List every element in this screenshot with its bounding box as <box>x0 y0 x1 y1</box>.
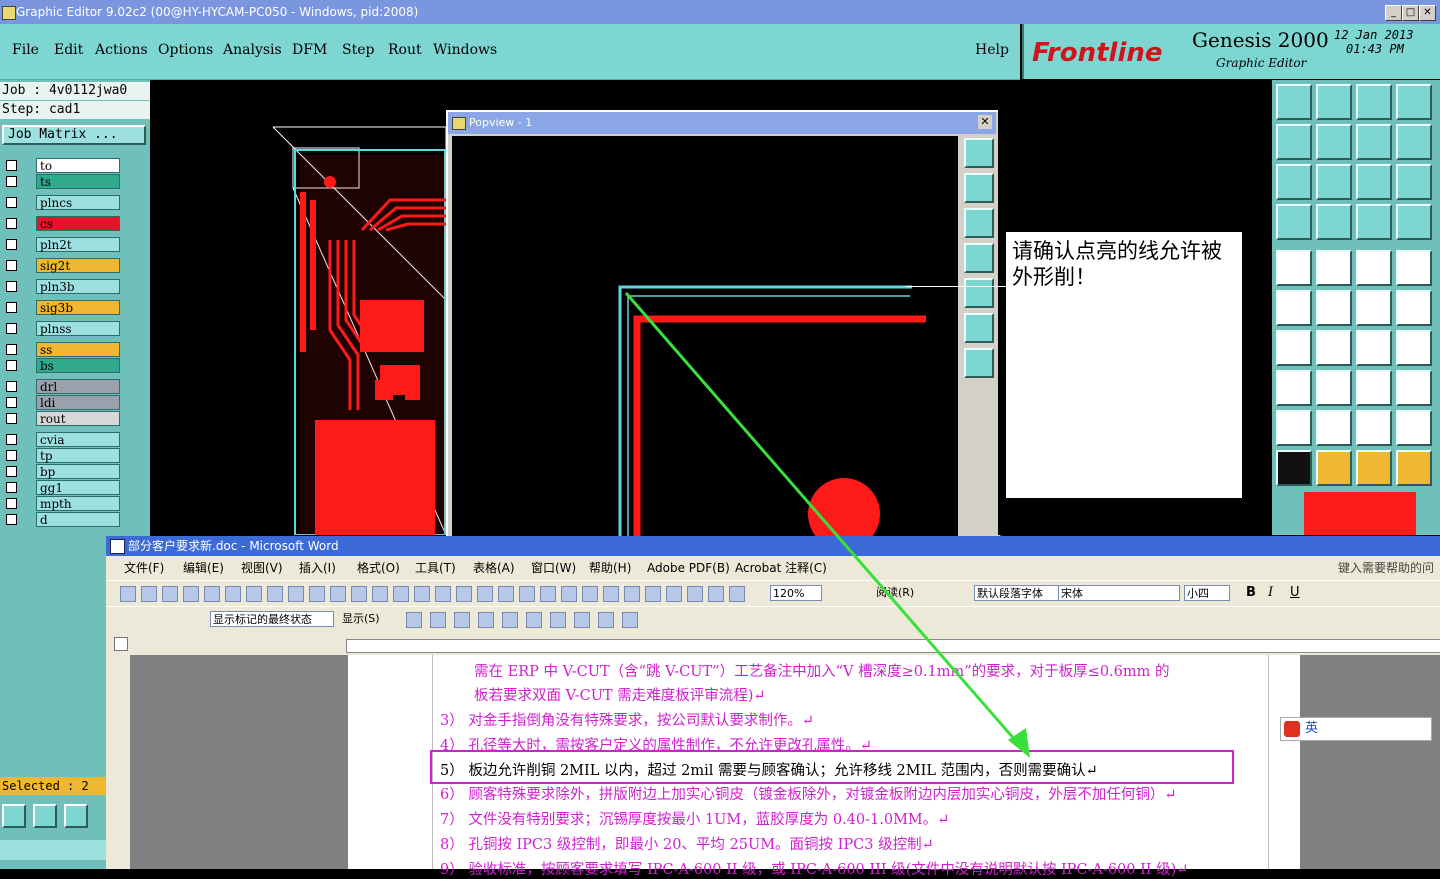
annotation-arrow <box>624 292 1024 749</box>
arrow-head <box>1008 728 1030 758</box>
annotation-arrow-layer <box>624 292 1030 758</box>
